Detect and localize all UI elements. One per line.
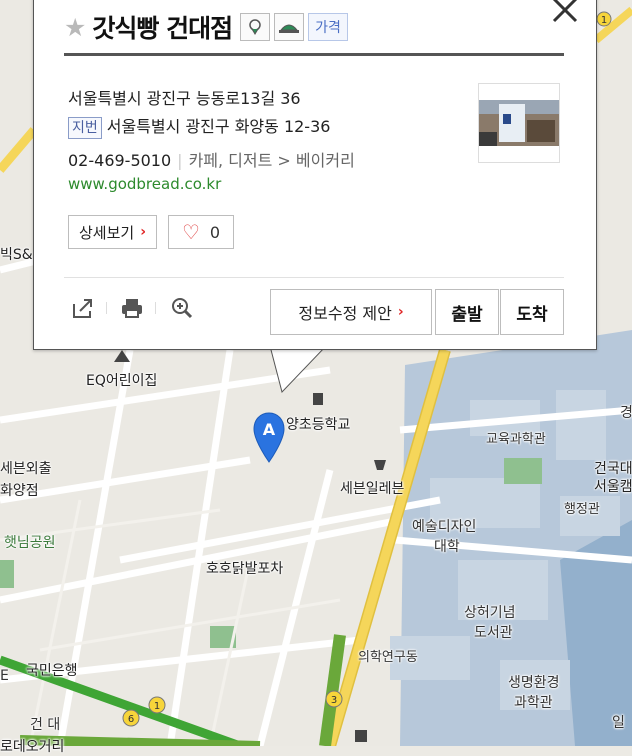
svg-text:1: 1	[601, 15, 607, 26]
svg-text:6: 6	[128, 714, 134, 725]
map-label-library-2: 도서관	[474, 625, 513, 641]
title-row: ★ 갓식빵 건대점 가격	[64, 7, 348, 47]
map-label-eq-daycare[interactable]: EQ어린이집	[86, 370, 157, 390]
map-label-hwayang-branch: 화양점	[0, 483, 39, 499]
section-divider	[64, 277, 564, 278]
marker-label: A	[263, 420, 276, 439]
map-label-library-1[interactable]: 상허기념	[464, 602, 516, 622]
chevron-right-icon: ›	[140, 224, 146, 240]
lightbulb-amenity-icon	[240, 13, 271, 41]
map-label-seven-outing[interactable]: 세븐외출	[0, 458, 52, 478]
popup-pointer	[270, 346, 330, 393]
heart-icon: ♡	[181, 220, 200, 244]
detail-view-button[interactable]: 상세보기 ›	[68, 215, 157, 249]
road-address: 서울특별시 광진구 능동로13길 36	[68, 89, 301, 108]
chevron-right-icon: ›	[397, 304, 404, 320]
tool-separator	[155, 302, 156, 314]
map-label-partial-e: E	[0, 668, 9, 684]
place-thumbnail[interactable]	[478, 83, 560, 163]
jibun-badge: 지번	[68, 117, 102, 139]
arrive-button[interactable]: 도착	[500, 289, 564, 335]
separator: |	[177, 151, 183, 170]
map-label-konkuk-univ[interactable]: 건국대	[594, 458, 632, 478]
map-label-kondae[interactable]: 건 대	[30, 714, 60, 734]
place-title: 갓식빵 건대점	[92, 14, 233, 43]
contact-row: 02-469-5010 | 카페, 디저트 > 베이커리	[68, 147, 355, 171]
detail-label: 상세보기	[79, 223, 135, 242]
zoom-in-icon[interactable]	[169, 295, 195, 321]
title-divider	[64, 53, 564, 56]
close-icon[interactable]	[550, 0, 580, 25]
location-marker-a[interactable]: A	[252, 412, 286, 464]
map-label-elementary-school[interactable]: 양초등학교	[286, 414, 350, 434]
map-label-education-hall[interactable]: 교육과학관	[486, 428, 546, 447]
map-label-life-env-2: 과학관	[514, 695, 553, 711]
like-button[interactable]: ♡ 0	[168, 215, 234, 249]
map-label-medical-research[interactable]: 의학연구동	[358, 646, 418, 665]
svg-text:3: 3	[331, 695, 337, 706]
map-label-partial-il: 일	[612, 715, 625, 731]
map-label-top-right-partial: 경	[620, 405, 632, 421]
print-icon[interactable]	[119, 295, 145, 321]
map-label-rodeo[interactable]: 로데오거리	[0, 736, 64, 756]
tool-separator	[106, 302, 107, 314]
map-label-life-env-1[interactable]: 생명환경	[508, 672, 560, 692]
dish-amenity-icon	[274, 13, 305, 41]
jibun-address: 서울특별시 광진구 화양동 12-36	[106, 117, 331, 136]
map-label-seoul-campus[interactable]: 서울캠	[594, 476, 632, 496]
map-label-admin-hall[interactable]: 행정관	[564, 498, 600, 517]
map-label-left-edge[interactable]: 빅S&	[0, 244, 33, 264]
jibun-address-row: 지번 서울특별시 광진구 화양동 12-36	[68, 113, 330, 139]
map-label-sun-park[interactable]: 햇님공원	[4, 532, 56, 552]
suggest-edit-button[interactable]: 정보수정 제안 ›	[270, 289, 432, 335]
website-link[interactable]: www.godbread.co.kr	[68, 175, 221, 193]
favorite-star-icon[interactable]: ★	[64, 15, 86, 40]
phone-number[interactable]: 02-469-5010	[68, 151, 171, 170]
depart-button[interactable]: 출발	[435, 289, 499, 335]
map-label-seven-eleven[interactable]: 세븐일레븐	[340, 478, 404, 498]
svg-text:1: 1	[154, 701, 160, 712]
map-label-kb-bank[interactable]: 국민은행	[26, 660, 78, 680]
place-info-popup: ★ 갓식빵 건대점 가격 서울특별시 광진구 능동로13길 36 지번 서울특별시…	[33, 0, 597, 350]
share-icon[interactable]	[70, 295, 96, 321]
suggest-label: 정보수정 제안	[298, 304, 392, 323]
category: 카페, 디저트 > 베이커리	[188, 151, 355, 170]
map-label-art-design-1[interactable]: 예술디자인	[412, 516, 476, 536]
map-label-art-design-2: 대학	[434, 539, 460, 555]
map-label-hoho-pub[interactable]: 호호닭발포차	[206, 558, 283, 578]
like-count: 0	[209, 222, 221, 242]
price-badge[interactable]: 가격	[308, 13, 348, 41]
